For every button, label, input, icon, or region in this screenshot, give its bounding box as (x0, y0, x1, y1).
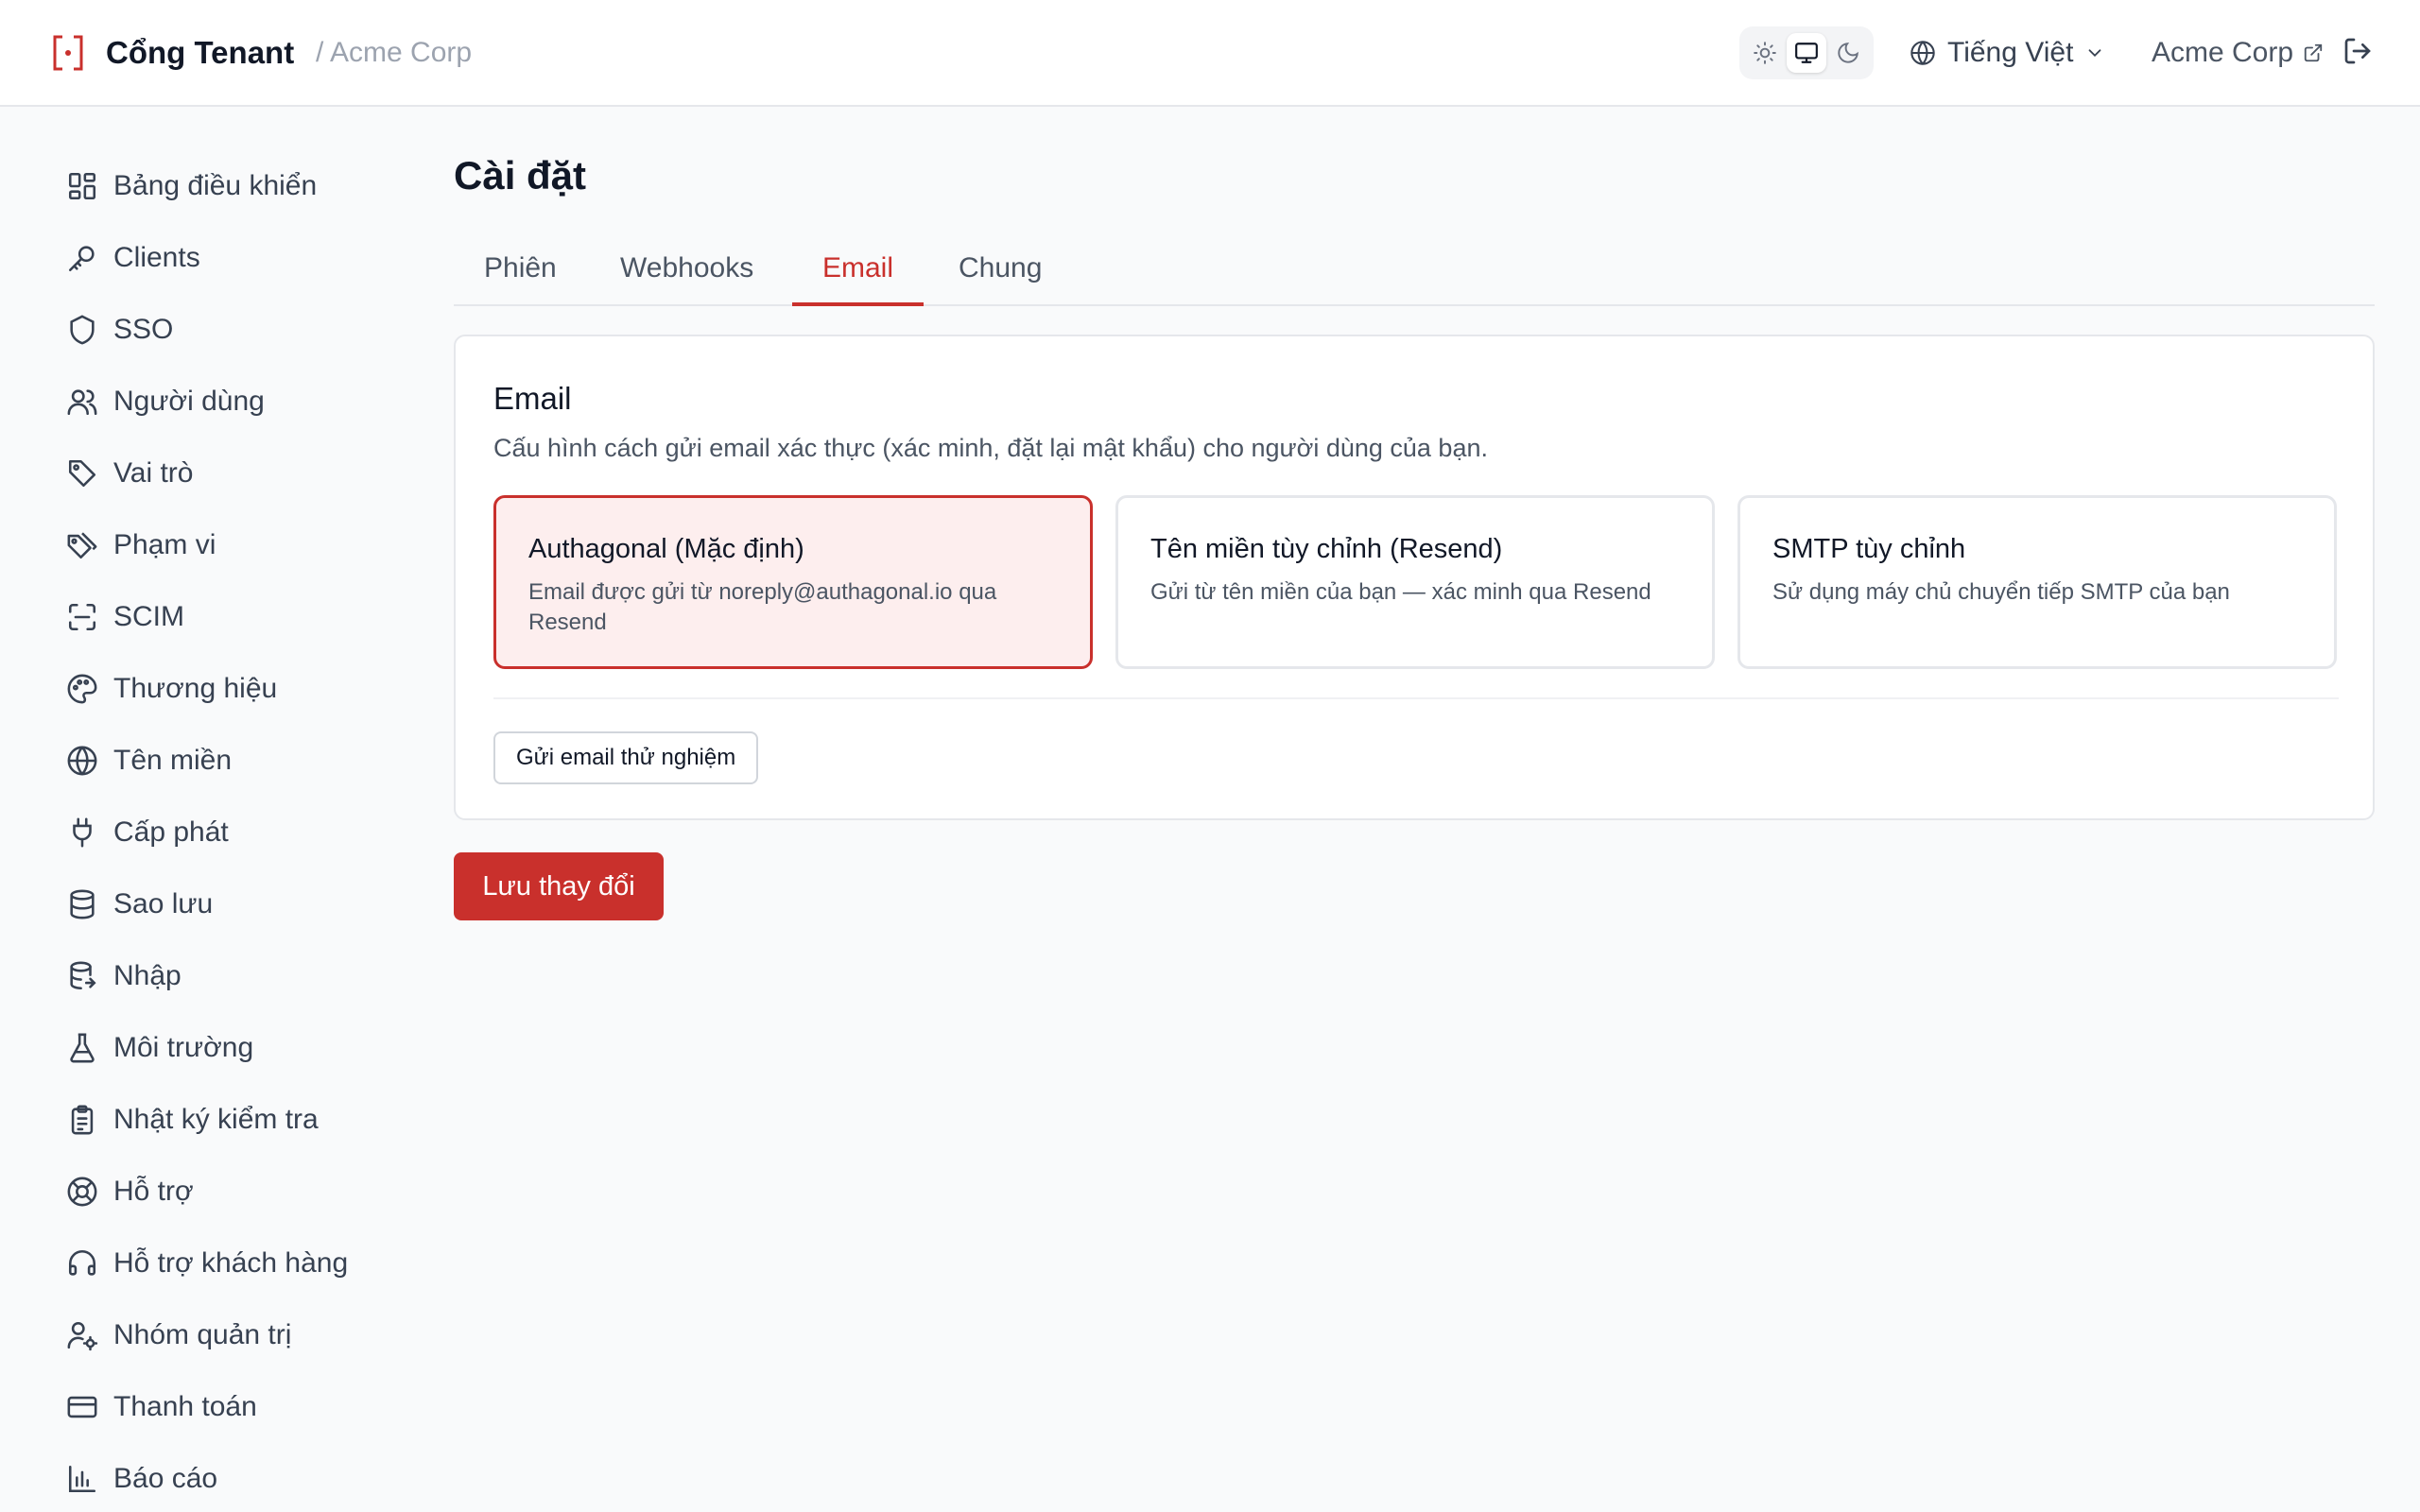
sidebar-item-label: Nhóm quản trị (113, 1319, 292, 1350)
sidebar-item-dashboard[interactable]: Bảng điều khiển (66, 158, 317, 215)
breadcrumb[interactable]: / Acme Corp (316, 30, 472, 76)
tags-icon (67, 532, 97, 559)
monitor-icon (1795, 43, 1818, 63)
sidebar-item-admin-group[interactable]: Nhóm quản trị (66, 1307, 291, 1364)
divider (493, 697, 2339, 699)
tab-email[interactable]: Email (792, 238, 925, 306)
sidebar-item-provisioning[interactable]: Cấp phát (66, 804, 229, 861)
logo-icon (51, 34, 85, 72)
database-import-icon (70, 961, 96, 990)
sidebar-item-label: Clients (113, 242, 200, 273)
clipboard-icon (71, 1105, 94, 1135)
tenant-link[interactable]: Acme Corp (2152, 30, 2324, 76)
theme-dark-button[interactable] (1828, 33, 1868, 73)
sidebar-item-label: SSO (113, 314, 174, 345)
sidebar-item-label: Vai trò (113, 457, 194, 489)
tag-icon (68, 459, 96, 488)
lifebuoy-icon (67, 1177, 97, 1207)
sidebar-item-backup[interactable]: Sao lưu (66, 876, 213, 933)
email-settings-card: Email Cấu hình cách gửi email xác thực (… (454, 335, 2375, 820)
sidebar-item-label: Phạm vi (113, 529, 216, 560)
sidebar-item-label: Nhập (113, 960, 182, 991)
sidebar-item-support[interactable]: Hỗ trợ (66, 1163, 194, 1220)
tab-general[interactable]: Chung (928, 238, 1072, 306)
sidebar-item-scopes[interactable]: Phạm vi (66, 517, 216, 574)
theme-system-button[interactable] (1787, 33, 1826, 73)
sidebar-item-reports[interactable]: Báo cáo (66, 1451, 217, 1507)
email-option-custom-domain[interactable]: Tên miền tùy chỉnh (Resend) Gửi từ tên m… (1115, 495, 1715, 669)
page-title: Cài đặt (454, 153, 587, 198)
chevron-down-icon (2089, 49, 2101, 58)
theme-switcher (1739, 26, 1874, 79)
sidebar-item-domains[interactable]: Tên miền (66, 732, 232, 789)
sidebar-item-import[interactable]: Nhập (66, 948, 182, 1005)
sidebar-item-label: Nhật ký kiểm tra (113, 1104, 319, 1135)
sidebar-item-label: SCIM (113, 601, 184, 632)
tab-webhooks[interactable]: Webhooks (590, 238, 784, 306)
users-icon (67, 389, 97, 416)
option-description: Email được gửi từ noreply@authagonal.io … (528, 579, 997, 635)
option-description: Sử dụng máy chủ chuyển tiếp SMTP của bạn (1772, 579, 2230, 605)
sidebar-item-label: Người dùng (113, 386, 265, 417)
moon-icon (1838, 43, 1858, 63)
logout-button[interactable] (2342, 36, 2377, 70)
sidebar-item-clients[interactable]: Clients (66, 230, 200, 286)
card-description: Cấu hình cách gửi email xác thực (xác mi… (493, 434, 1488, 462)
external-link-icon (2304, 43, 2323, 62)
language-selector[interactable]: Tiếng Việt (1910, 30, 2105, 76)
top-header: Cổng Tenant / Acme Corp Tiếng Việt Acme … (0, 0, 2420, 107)
sidebar-item-label: Thương hiệu (113, 673, 278, 704)
sidebar-item-audit-log[interactable]: Nhật ký kiểm tra (66, 1091, 319, 1148)
sidebar-item-customer-support[interactable]: Hỗ trợ khách hàng (66, 1235, 348, 1292)
sidebar-item-label: Thanh toán (113, 1391, 257, 1422)
globe-icon (67, 746, 97, 776)
shield-icon (70, 315, 95, 345)
globe-icon (1910, 41, 1935, 65)
logout-icon (2344, 38, 2371, 64)
credit-card-icon (67, 1396, 97, 1418)
flask-icon (70, 1033, 95, 1063)
save-changes-button[interactable]: Lưu thay đổi (454, 852, 664, 920)
sidebar-item-label: Bảng điều khiển (113, 170, 318, 201)
option-title: Authagonal (Mặc định) (528, 534, 804, 564)
tab-sessions[interactable]: Phiên (454, 238, 587, 306)
palette-icon (67, 674, 97, 704)
option-title: Tên miền tùy chỉnh (Resend) (1150, 534, 1503, 564)
key-icon (68, 246, 95, 272)
app-title: Cổng Tenant (106, 35, 295, 70)
sidebar-item-label: Tên miền (113, 745, 233, 776)
sun-icon (1754, 42, 1776, 64)
send-test-email-button[interactable]: Gửi email thử nghiệm (493, 731, 759, 784)
plug-icon (73, 817, 92, 848)
sidebar-item-sso[interactable]: SSO (66, 301, 173, 358)
sidebar-item-label: Cấp phát (113, 816, 229, 848)
sidebar-item-label: Báo cáo (113, 1463, 218, 1494)
sidebar-item-billing[interactable]: Thanh toán (66, 1379, 257, 1435)
bar-chart-icon (68, 1465, 96, 1493)
sidebar-item-label: Sao lưu (113, 888, 214, 919)
headset-icon (68, 1249, 96, 1276)
database-icon (70, 889, 95, 919)
sidebar: Bảng điều khiển Clients SSO Người dùng V… (0, 109, 397, 1512)
tenant-name: Acme Corp (2152, 37, 2294, 68)
user-cog-icon (67, 1321, 98, 1351)
sidebar-item-scim[interactable]: SCIM (66, 589, 184, 645)
email-option-default[interactable]: Authagonal (Mặc định) Email được gửi từ … (493, 495, 1093, 669)
settings-tabs: Phiên Webhooks Email Chung (454, 238, 2375, 306)
sidebar-item-label: Môi trường (113, 1032, 254, 1063)
scan-icon (68, 603, 96, 631)
language-label: Tiếng Việt (1947, 37, 2074, 68)
option-title: SMTP tùy chỉnh (1772, 534, 1966, 564)
sidebar-item-branding[interactable]: Thương hiệu (66, 661, 277, 717)
dashboard-icon (68, 172, 96, 200)
theme-light-button[interactable] (1745, 33, 1785, 73)
sidebar-item-users[interactable]: Người dùng (66, 373, 265, 430)
email-option-smtp[interactable]: SMTP tùy chỉnh Sử dụng máy chủ chuyển ti… (1737, 495, 2337, 669)
sidebar-item-environments[interactable]: Môi trường (66, 1020, 253, 1076)
option-description: Gửi từ tên miền của bạn — xác minh qua R… (1150, 579, 1651, 605)
sidebar-item-roles[interactable]: Vai trò (66, 445, 193, 502)
sidebar-item-label: Hỗ trợ khách hàng (113, 1247, 349, 1279)
sidebar-item-label: Hỗ trợ (113, 1176, 194, 1207)
card-title: Email (493, 381, 572, 416)
